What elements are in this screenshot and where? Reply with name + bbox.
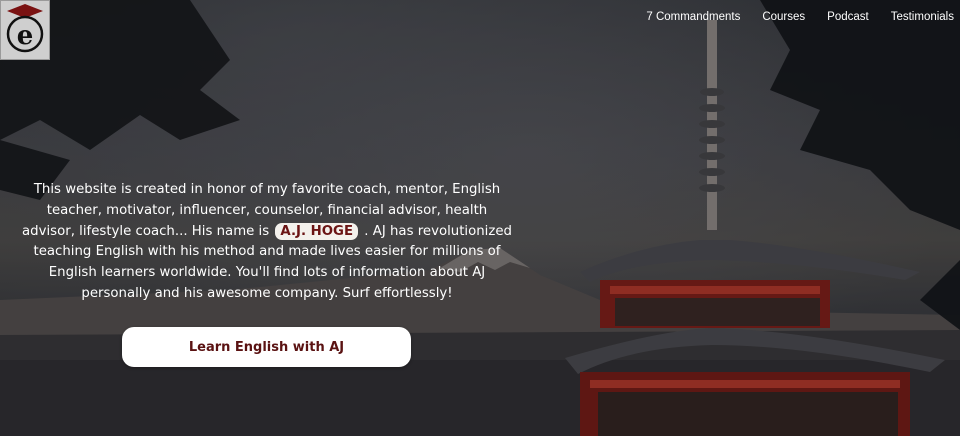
learn-english-button[interactable]: Learn English with AJ — [122, 327, 411, 367]
name-badge: A.J. HOGE — [275, 222, 359, 240]
site-logo[interactable]: e — [0, 0, 50, 60]
nav-item-courses[interactable]: Courses — [751, 10, 816, 24]
svg-text:e: e — [17, 21, 34, 51]
nav-item-7-commandments[interactable]: 7 Commandments — [635, 10, 751, 24]
top-navigation: 7 Commandments Courses Podcast Testimoni… — [635, 10, 954, 24]
nav-item-podcast[interactable]: Podcast — [816, 10, 880, 24]
graduation-cap-e-logo-icon: e — [6, 4, 44, 53]
intro-paragraph: This website is created in honor of my f… — [22, 180, 512, 304]
nav-item-testimonials[interactable]: Testimonials — [880, 10, 954, 24]
